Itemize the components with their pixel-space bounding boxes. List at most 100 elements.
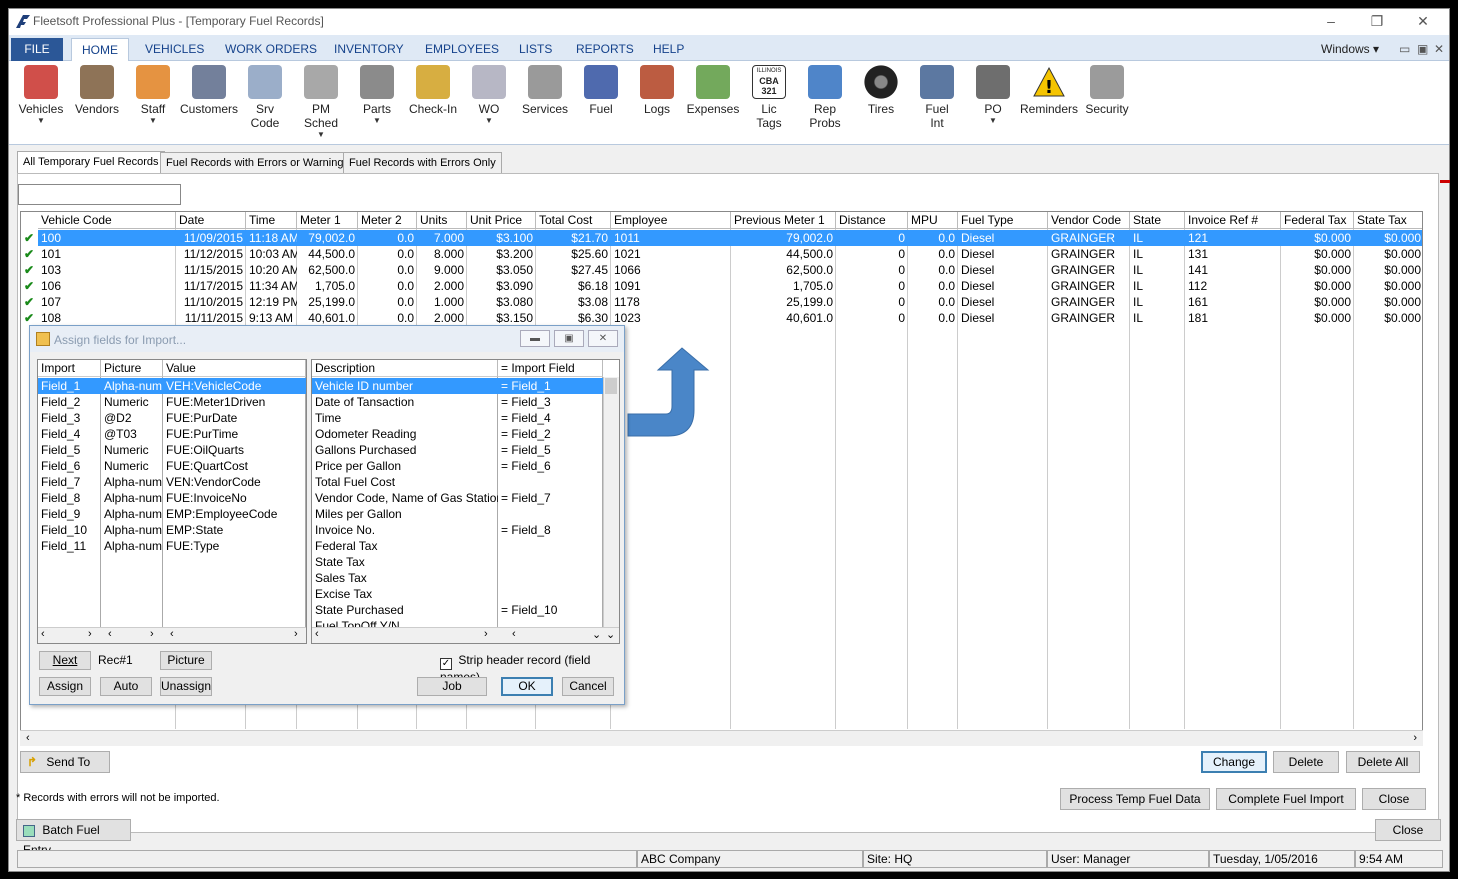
grid-header-federal-tax[interactable]: Federal Tax — [1281, 212, 1354, 229]
table-row[interactable]: ✔ 107 11/10/2015 12:19 PM 25,199.0 0.0 1.000 $3… — [21, 294, 1422, 310]
grid-horizontal-scrollbar[interactable]: ‹ › — [20, 730, 1423, 746]
grid-header-vehicle-code[interactable]: Vehicle Code — [38, 212, 176, 229]
grid-header-mpu[interactable]: MPU — [908, 212, 958, 229]
list-header[interactable]: Value — [163, 360, 306, 377]
scroll-left-icon[interactable]: ‹ — [315, 628, 319, 640]
auto-button[interactable]: Auto — [100, 677, 152, 696]
list-item[interactable]: Excise Tax — [312, 586, 603, 602]
list-item[interactable]: Date of Tansaction = Field_3 — [312, 394, 603, 410]
list-item[interactable]: Field_2 Numeric FUE:Meter1Driven — [38, 394, 306, 410]
dropdown-arrow-icon[interactable]: ▼ — [347, 116, 407, 125]
dropdown-arrow-icon[interactable]: ▼ — [459, 116, 519, 125]
send-to-button[interactable]: ↱ Send To — [20, 751, 110, 773]
list-item[interactable]: Field_4 @T03 FUE:PurTime — [38, 426, 306, 442]
list-item[interactable]: State Tax — [312, 554, 603, 570]
ribbon-staff-button[interactable]: Staff ▼ — [123, 65, 183, 125]
dropdown-arrow-icon[interactable]: ▼ — [123, 116, 183, 125]
ribbon-reminders-button[interactable]: ! Reminders — [1019, 65, 1079, 116]
scroll-left-icon[interactable]: ‹ — [26, 732, 30, 744]
list-item[interactable]: Odometer Reading = Field_2 — [312, 426, 603, 442]
list-item[interactable]: State Purchased = Field_10 — [312, 602, 603, 618]
grid-header-distance[interactable]: Distance — [836, 212, 908, 229]
delete-all-button[interactable]: Delete All — [1346, 751, 1420, 773]
list-header[interactable]: Description — [312, 360, 498, 377]
grid-header-meter-2[interactable]: Meter 2 — [358, 212, 417, 229]
list-item[interactable]: Price per Gallon = Field_6 — [312, 458, 603, 474]
mdi-restore-button[interactable]: ▣ — [1417, 38, 1428, 61]
windows-menu[interactable]: Windows ▾ — [1311, 38, 1389, 61]
grid-header-state-tax[interactable]: State Tax — [1354, 212, 1422, 229]
dropdown-arrow-icon[interactable]: ▼ — [963, 116, 1023, 125]
delete-button[interactable]: Delete — [1273, 751, 1339, 773]
ok-button[interactable]: OK — [501, 677, 553, 696]
list-item[interactable]: Field_7 Alpha-num VEN:VendorCode — [38, 474, 306, 490]
list-item[interactable]: Time = Field_4 — [312, 410, 603, 426]
grid-header-fuel-type[interactable]: Fuel Type — [958, 212, 1048, 229]
restore-button[interactable]: ❐ — [1365, 11, 1389, 31]
grid-header-state[interactable]: State — [1130, 212, 1185, 229]
cancel-button[interactable]: Cancel — [562, 677, 614, 696]
grid-header-invoice-ref-[interactable]: Invoice Ref # — [1185, 212, 1281, 229]
assign-button[interactable]: Assign — [39, 677, 91, 696]
menu-tab-employees[interactable]: EMPLOYEES — [415, 38, 509, 61]
list-item[interactable]: Field_11 Alpha-num FUE:Type — [38, 538, 306, 554]
ribbon-tires-button[interactable]: Tires — [851, 65, 911, 116]
menu-tab-lists[interactable]: LISTS — [509, 38, 562, 61]
mdi-minimize-button[interactable]: ▭ — [1399, 38, 1410, 61]
dialog-minimize-button[interactable]: ▬ — [520, 330, 550, 347]
list-header[interactable]: Picture — [101, 360, 163, 377]
ribbon-check-in-button[interactable]: Check-In — [403, 65, 463, 116]
dropdown-arrow-icon[interactable]: ▼ — [291, 130, 351, 139]
filter-input[interactable] — [18, 184, 181, 205]
scroll-right-icon[interactable]: › — [150, 628, 154, 640]
ribbon-rep-probs-button[interactable]: Rep Probs — [795, 65, 855, 130]
grid-header-time[interactable]: Time — [246, 212, 297, 229]
table-row[interactable]: ✔ 101 11/12/2015 10:03 AM 44,500.0 0.0 8.000 $3… — [21, 246, 1422, 262]
list-item[interactable]: Miles per Gallon — [312, 506, 603, 522]
complete-fuel-import-button[interactable]: Complete Fuel Import — [1216, 788, 1356, 810]
grid-header-unit-price[interactable]: Unit Price — [467, 212, 536, 229]
ribbon-fuel-int-button[interactable]: Fuel Int — [907, 65, 967, 130]
job-button[interactable]: Job — [417, 677, 487, 696]
grid-header-meter-1[interactable]: Meter 1 — [297, 212, 358, 229]
list-item[interactable]: Sales Tax — [312, 570, 603, 586]
close-panel-button[interactable]: Close — [1362, 788, 1426, 810]
mdi-close-button[interactable]: ✕ — [1434, 38, 1444, 61]
list-item[interactable]: Field_5 Numeric FUE:OilQuarts — [38, 442, 306, 458]
list-item[interactable]: Total Fuel Cost — [312, 474, 603, 490]
scroll-right-icon[interactable]: › — [294, 628, 298, 640]
list-item[interactable]: Invoice No. = Field_8 — [312, 522, 603, 538]
grid-header-employee[interactable]: Employee — [611, 212, 731, 229]
ribbon-services-button[interactable]: Services — [515, 65, 575, 116]
scroll-thumb[interactable] — [605, 378, 617, 394]
scroll-left-icon[interactable]: ‹ — [170, 628, 174, 640]
ribbon-lic-tags-button[interactable]: ILLINOIS CBA 321 Lic Tags — [739, 65, 799, 130]
dropdown-arrow-icon[interactable]: ▼ — [11, 116, 71, 125]
batch-fuel-entry-button[interactable]: Batch Fuel Entry — [16, 819, 131, 857]
change-button[interactable]: Change — [1201, 751, 1267, 773]
ribbon-logs-button[interactable]: Logs — [627, 65, 687, 116]
table-row[interactable]: ✔ 108 11/11/2015 9:13 AM 40,601.0 0.0 2.000 $3.… — [21, 310, 1422, 326]
ribbon-vehicles-button[interactable]: Vehicles ▼ — [11, 65, 71, 125]
ribbon-srv-code-button[interactable]: Srv Code — [235, 65, 295, 130]
scroll-right-icon[interactable]: › — [484, 628, 488, 640]
menu-tab-home[interactable]: HOME — [71, 38, 129, 61]
table-row[interactable]: ✔ 100 11/09/2015 11:18 AM 79,002.0 0.0 7.000 $3… — [21, 230, 1422, 246]
ribbon-vendors-button[interactable]: Vendors — [67, 65, 127, 116]
process-temp-fuel-data-button[interactable]: Process Temp Fuel Data — [1060, 788, 1210, 810]
strip-header-checkbox[interactable]: ✓ — [440, 658, 452, 670]
list-item[interactable]: Vehicle ID number = Field_1 — [312, 378, 603, 394]
menu-tab-reports[interactable]: REPORTS — [566, 38, 644, 61]
tab-errors-or-warnings[interactable]: Fuel Records with Errors or Warnings — [160, 152, 355, 174]
list-item[interactable]: Federal Tax — [312, 538, 603, 554]
list-item[interactable]: Field_6 Numeric FUE:QuartCost — [38, 458, 306, 474]
table-row[interactable]: ✔ 103 11/15/2015 10:20 AM 62,500.0 0.0 9.000 $3… — [21, 262, 1422, 278]
list-header[interactable]: = Import Field — [498, 360, 603, 377]
menu-tab-help[interactable]: HELP — [643, 38, 694, 61]
ribbon-fuel-button[interactable]: Fuel — [571, 65, 631, 116]
menu-file[interactable]: FILE — [11, 38, 63, 61]
tab-all-temporary-fuel-records[interactable]: All Temporary Fuel Records — [17, 151, 165, 174]
dialog-close-button[interactable]: ✕ — [588, 330, 618, 347]
list-item[interactable]: Vendor Code, Name of Gas Station = Field_… — [312, 490, 603, 506]
list-item[interactable]: Field_3 @D2 FUE:PurDate — [38, 410, 306, 426]
